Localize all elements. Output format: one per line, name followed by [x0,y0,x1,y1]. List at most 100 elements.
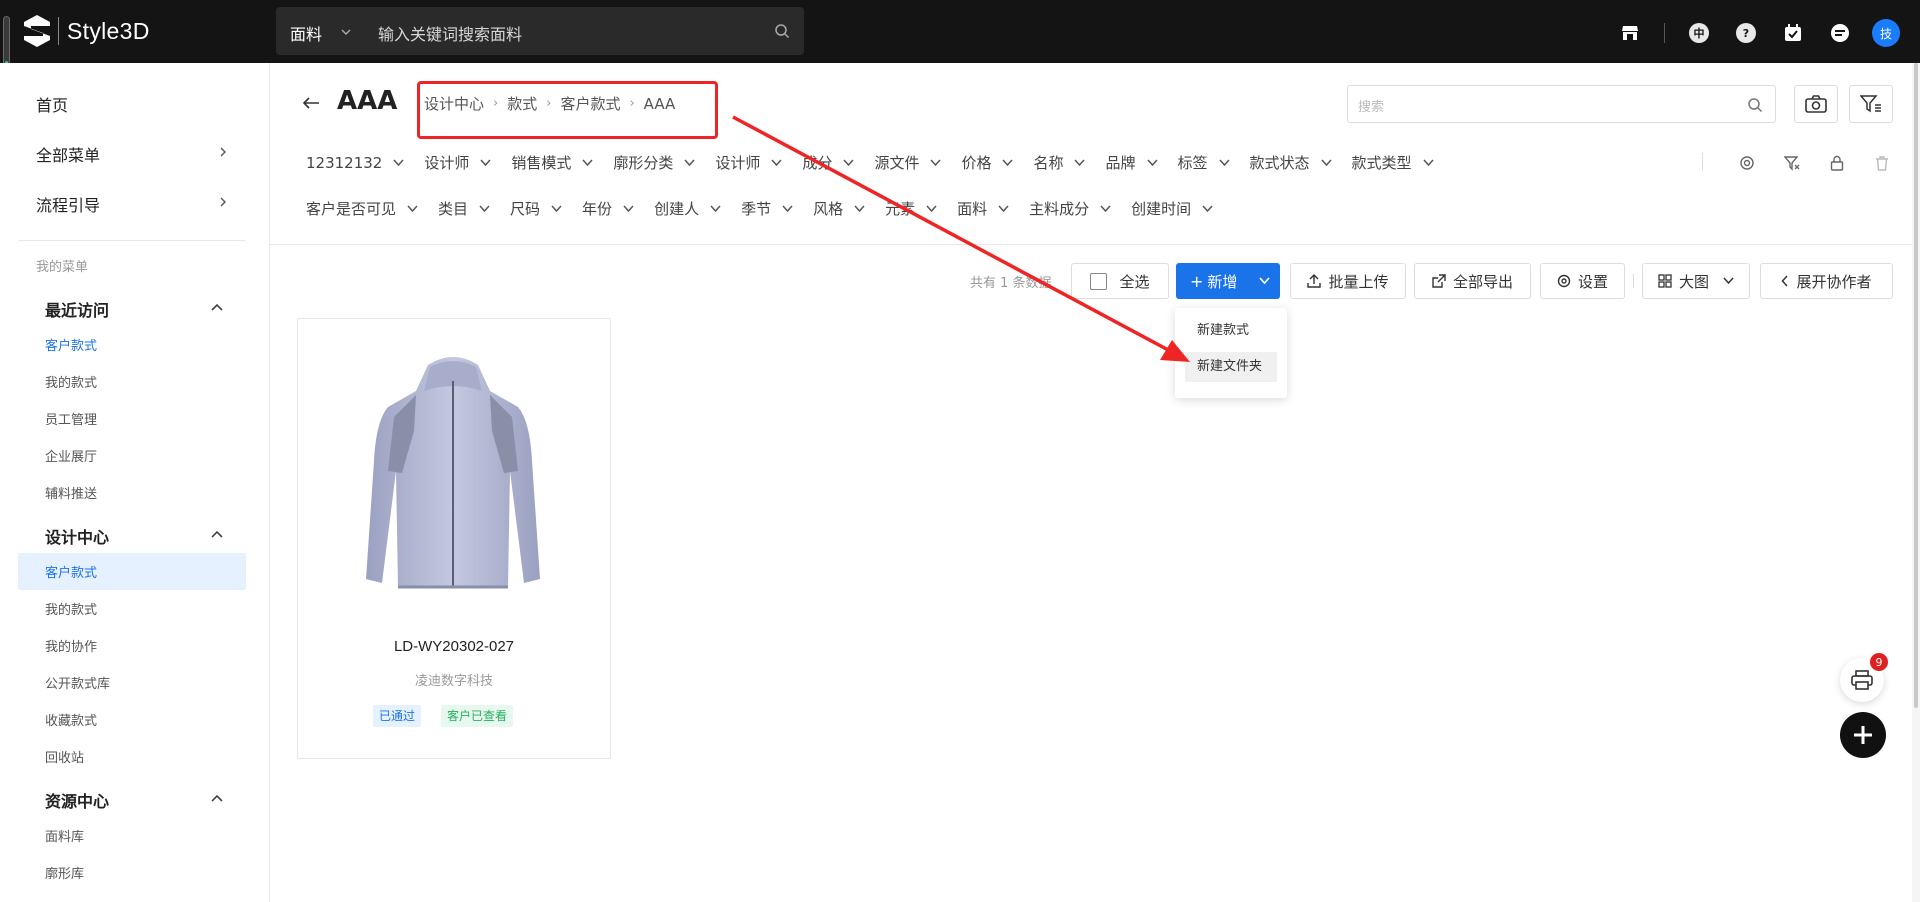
sidebar-item-my-styles[interactable]: 我的款式 [45,599,97,618]
filter-dropdown[interactable]: 类目 [438,198,490,219]
sidebar-item-trims[interactable]: 辅料推送 [45,483,97,502]
chevron-down-icon[interactable] [930,158,942,167]
search-category[interactable]: 面料 [290,21,322,45]
store-icon[interactable] [1617,20,1643,46]
chevron-down-icon[interactable] [926,204,937,213]
chevron-down-icon[interactable] [479,204,490,213]
section-design-center[interactable]: 设计中心 [45,524,109,548]
filter-dropdown[interactable]: 风格 [813,198,865,219]
sidebar-item-customer-styles-active[interactable]: 客户款式 [45,562,97,581]
message-icon[interactable] [1827,20,1853,46]
chevron-down-icon[interactable] [1146,158,1158,167]
jacket-image[interactable] [358,351,548,596]
filter-dropdown[interactable]: 款式状态 [1250,152,1332,173]
filter-dropdown[interactable]: 创建人 [654,198,721,219]
sidebar-item-collab[interactable]: 我的协作 [45,636,97,655]
chevron-down-icon[interactable] [1723,277,1734,285]
filter-dropdown[interactable]: 价格 [961,152,1014,173]
filter-dropdown[interactable]: 主料成分 [1029,198,1111,219]
view-mode-select[interactable]: 大图 [1642,263,1750,299]
filter-dropdown[interactable]: 年份 [582,198,634,219]
filter-dropdown[interactable]: 创建时间 [1131,198,1213,219]
menu-item-new-style[interactable]: 新建款式 [1185,316,1277,346]
global-search[interactable]: 面料 输入关键词搜索面料 [276,7,804,55]
filter-dropdown[interactable]: 客户是否可见 [306,198,418,219]
filter-dropdown[interactable]: 廓形分类 [613,152,695,173]
chevron-down-icon[interactable] [782,204,793,213]
filter-dropdown[interactable]: 12312132 [306,154,404,172]
search-input[interactable]: 搜索 [1347,85,1776,123]
chevron-down-icon[interactable] [684,158,695,167]
sidebar-item-customer-styles[interactable]: 客户款式 [45,335,97,354]
filter-dropdown[interactable]: 成分 [802,152,854,173]
chevron-down-icon[interactable] [623,204,634,213]
section-resource-center[interactable]: 资源中心 [45,788,109,812]
sidebar-item-silhouette-library[interactable]: 廓形库 [45,863,84,882]
batch-upload-button[interactable]: 批量上传 [1290,263,1406,299]
chevron-up-icon[interactable] [211,530,223,538]
settings-button[interactable]: 设置 [1540,263,1625,299]
filter-dropdown[interactable]: 款式类型 [1352,152,1434,173]
sidebar-item-home[interactable]: 首页 [36,92,68,116]
search-input[interactable]: 输入关键词搜索面料 [378,21,522,45]
chevron-down-icon[interactable] [998,204,1009,213]
chevron-down-icon[interactable] [1259,277,1270,285]
sidebar-item-all-menu[interactable]: 全部菜单 [36,142,100,166]
sidebar-item-recycle[interactable]: 回收站 [45,747,84,766]
sidebar-item-guide[interactable]: 流程引导 [36,192,100,216]
delete-icon[interactable] [1870,151,1894,175]
checkbox-icon[interactable] [1090,272,1108,290]
clear-filter-icon[interactable] [1780,151,1804,175]
chevron-down-icon[interactable] [340,26,352,38]
filter-dropdown[interactable]: 季节 [741,198,793,219]
sidebar-item-my-styles[interactable]: 我的款式 [45,372,97,391]
filter-dropdown[interactable]: 元素 [885,198,937,219]
filter-dropdown[interactable]: 面料 [957,198,1009,219]
filter-dropdown[interactable]: 名称 [1033,152,1086,173]
filter-dropdown[interactable]: 品牌 [1105,152,1158,173]
calendar-check-icon[interactable] [1780,20,1806,46]
chevron-right-icon[interactable] [218,147,228,157]
filter-button[interactable] [1849,85,1893,123]
chevron-down-icon[interactable] [1100,204,1111,213]
chevron-down-icon[interactable] [393,158,404,167]
settings-icon[interactable] [1735,151,1759,175]
chevron-down-icon[interactable] [407,204,418,213]
chevron-down-icon[interactable] [1002,158,1014,167]
sidebar-item-showroom[interactable]: 企业展厅 [45,446,97,465]
sidebar-item-favorites[interactable]: 收藏款式 [45,710,97,729]
export-all-button[interactable]: 全部导出 [1414,263,1531,299]
chevron-up-icon[interactable] [211,794,223,802]
filter-dropdown[interactable]: 尺码 [510,198,562,219]
page-scrollbar[interactable] [1912,63,1920,902]
chevron-down-icon[interactable] [854,204,865,213]
avatar[interactable]: 技 [1872,19,1900,47]
chevron-up-icon[interactable] [211,303,223,311]
search-icon[interactable] [774,23,790,39]
style-card[interactable]: LD-WY20302-027 凌迪数字科技 已通过 客户已查看 [297,318,611,759]
sidebar-item-fabric-library[interactable]: 面料库 [45,826,84,845]
menu-item-new-folder[interactable]: 新建文件夹 [1185,352,1277,382]
chevron-down-icon[interactable] [1218,158,1230,167]
section-recent[interactable]: 最近访问 [45,297,109,321]
chevron-right-icon[interactable] [218,197,228,207]
camera-search-button[interactable] [1794,85,1838,123]
filter-dropdown[interactable]: 源文件 [874,152,942,173]
select-all-checkbox[interactable]: 全选 [1071,263,1169,299]
chevron-down-icon[interactable] [710,204,721,213]
back-arrow-icon[interactable] [302,96,320,110]
chevron-down-icon[interactable] [843,158,854,167]
chevron-down-icon[interactable] [582,158,593,167]
brand-logo[interactable]: Style3D [22,14,150,48]
add-fab[interactable] [1840,712,1886,758]
search-icon[interactable] [1747,97,1763,113]
chevron-down-icon[interactable] [551,204,562,213]
filter-dropdown[interactable]: 销售模式 [511,152,593,173]
help-icon[interactable]: ? [1733,20,1759,46]
chevron-down-icon[interactable] [1422,158,1434,167]
chevron-down-icon[interactable] [480,158,491,167]
add-button[interactable]: + 新增 [1176,263,1280,299]
chevron-down-icon[interactable] [1074,158,1086,167]
filter-dropdown[interactable]: 设计师 [715,152,782,173]
sidebar-item-staff[interactable]: 员工管理 [45,409,97,428]
